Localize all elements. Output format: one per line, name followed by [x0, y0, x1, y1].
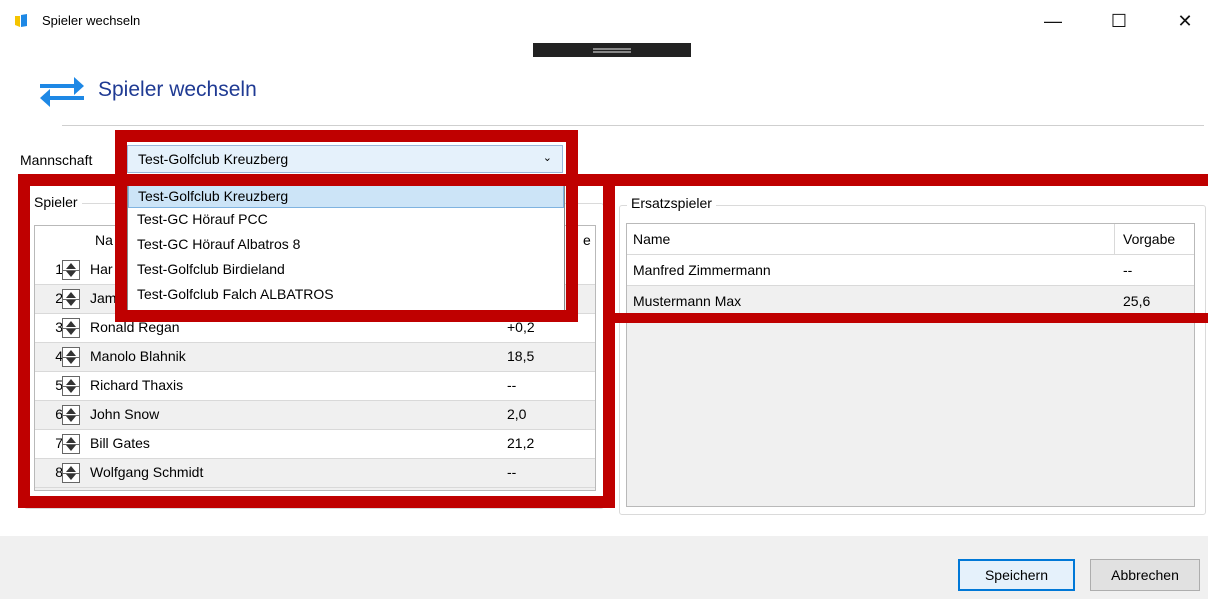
substitutes-grid-header: Name Vorgabe [627, 224, 1194, 255]
grip-line [593, 51, 631, 53]
swap-arrows-icon [40, 77, 84, 107]
substitutes-group-caption: Ersatzspieler [627, 195, 716, 211]
substitutes-col-handicap[interactable]: Vorgabe [1123, 231, 1175, 247]
minimize-button[interactable]: — [1030, 6, 1076, 36]
substitutes-col-name[interactable]: Name [633, 231, 670, 247]
substitute-handicap: 25,6 [1123, 293, 1151, 309]
annotation-box-players [18, 174, 615, 508]
app-logo-icon [15, 14, 27, 27]
window-title: Spieler wechseln [42, 13, 141, 28]
header-divider [62, 125, 1204, 126]
maximize-button[interactable]: ☐ [1096, 6, 1142, 36]
annotation-line-left [603, 174, 615, 322]
page-title: Spieler wechseln [98, 78, 257, 101]
save-button[interactable]: Speichern [958, 559, 1075, 591]
substitutes-grid: Name Vorgabe Manfred Zimmermann -- Muste… [626, 223, 1195, 507]
column-separator [1114, 224, 1115, 254]
team-label: Mannschaft [20, 152, 93, 168]
substitute-handicap: -- [1123, 262, 1133, 278]
drag-handle[interactable] [533, 43, 691, 57]
table-row[interactable]: Manfred Zimmermann -- [627, 255, 1194, 286]
substitute-name: Mustermann Max [633, 293, 742, 309]
cancel-button[interactable]: Abbrechen [1090, 559, 1200, 591]
substitute-name: Manfred Zimmermann [633, 262, 771, 278]
grip-line [593, 48, 631, 50]
title-bar: Spieler wechseln — ☐ ✕ [0, 0, 1208, 40]
annotation-line-top [603, 174, 1208, 186]
annotation-line-bottom [603, 313, 1208, 323]
close-button[interactable]: ✕ [1162, 6, 1208, 36]
